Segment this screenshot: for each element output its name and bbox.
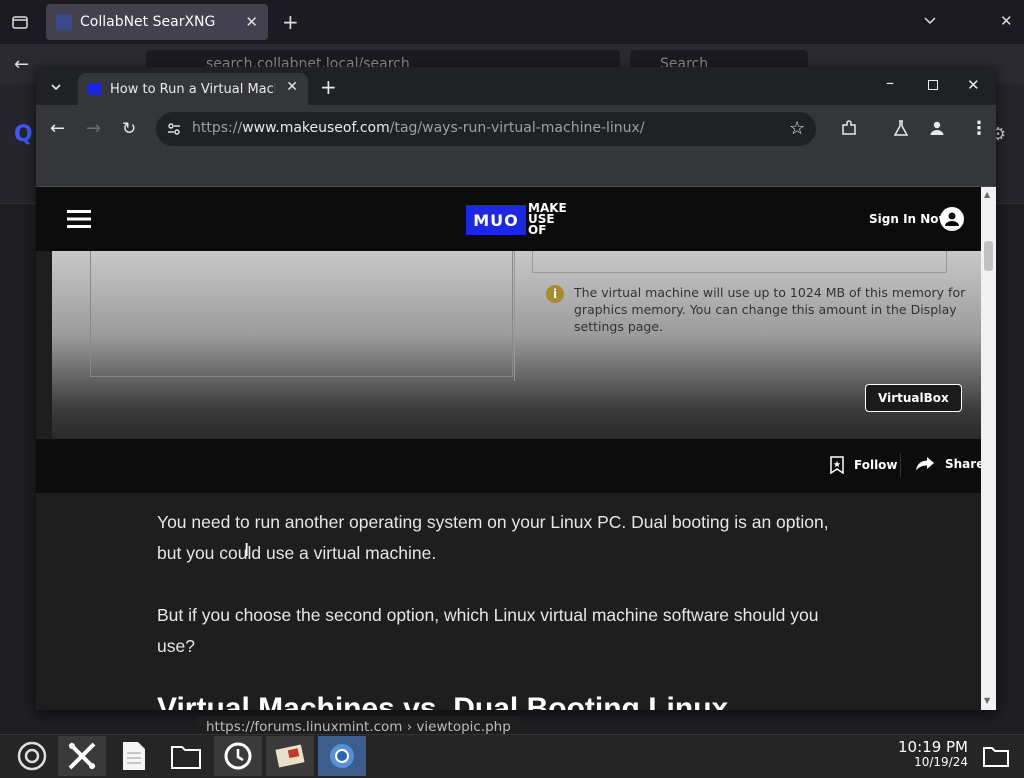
page-scrollbar[interactable]: ▲ ▼ <box>981 187 996 710</box>
tab-search-chevron-icon[interactable] <box>48 79 64 95</box>
article-paragraph-1: You need to run another operating system… <box>157 512 829 563</box>
chrome-tab[interactable]: How to Run a Virtual Machine ✕ <box>78 73 308 105</box>
labs-flask-icon[interactable] <box>892 119 910 137</box>
close-tab-icon[interactable]: ✕ <box>245 13 258 31</box>
article-hero-image: i The virtual machine will use up to 102… <box>52 251 981 439</box>
profile-icon[interactable] <box>928 119 946 137</box>
system-settings-icon[interactable] <box>58 736 106 776</box>
mint-menu-icon[interactable] <box>8 736 56 776</box>
scroll-up-arrow-icon[interactable]: ▲ <box>984 190 990 199</box>
clock-time: 10:19 PM <box>898 738 968 756</box>
logo-word-of: OF <box>528 223 547 237</box>
bookmark-star-icon <box>830 456 844 474</box>
hero-memory-note: The virtual machine will use up to 1024 … <box>574 285 966 334</box>
close-window-icon[interactable]: ✕ <box>967 76 980 94</box>
tab-list-icon[interactable] <box>10 12 30 32</box>
share-label: Share <box>945 457 981 471</box>
mail-app-icon[interactable] <box>266 736 314 776</box>
hamburger-menu-icon[interactable] <box>67 209 91 229</box>
site-info-icon[interactable] <box>166 121 182 137</box>
new-tab-icon[interactable]: + <box>320 75 337 99</box>
info-icon: i <box>546 285 564 303</box>
chrome-tab-title: How to Run a Virtual Machine <box>110 81 275 97</box>
file-manager-icon[interactable] <box>162 736 210 776</box>
url-prefix: https:// <box>192 120 243 136</box>
forward-icon[interactable]: → <box>86 118 101 139</box>
article-paragraph-2: But if you choose the second option, whi… <box>157 605 819 656</box>
clock-date: 10/19/24 <box>914 755 968 769</box>
site-logo[interactable]: MUO <box>466 205 526 235</box>
firefox-tab-title: CollabNet SearXNG <box>80 14 216 30</box>
bookmark-star-icon[interactable]: ☆ <box>789 118 805 139</box>
new-tab-icon[interactable]: + <box>282 10 299 34</box>
hero-dialog-left-panel <box>90 251 513 377</box>
close-window-icon[interactable]: ✕ <box>1000 12 1013 30</box>
scroll-down-arrow-icon[interactable]: ▼ <box>984 696 990 705</box>
minimize-icon[interactable]: – <box>886 73 894 92</box>
scrollbar-thumb[interactable] <box>984 241 993 271</box>
share-arrow-icon <box>915 456 935 472</box>
show-desktop-folder-icon[interactable] <box>972 736 1020 776</box>
url-path: /tag/ways-run-virtual-machine-linux/ <box>389 120 645 136</box>
close-tab-icon[interactable]: ✕ <box>286 79 298 95</box>
reload-icon[interactable]: ↻ <box>122 119 136 139</box>
menu-dots-icon[interactable]: ⋮ <box>970 118 988 139</box>
muo-favicon-icon <box>88 83 102 95</box>
searxng-logo-icon: Q <box>14 122 33 147</box>
share-button[interactable]: Share <box>915 456 981 472</box>
taskbar-clock[interactable]: 10:19 PM 10/19/24 <box>892 740 968 770</box>
url-host: www.makeuseof.com <box>242 120 390 136</box>
text-cursor-icon: I <box>244 540 250 561</box>
bookmarks-bar <box>36 153 996 187</box>
sign-in-link[interactable]: Sign In Now <box>869 212 950 226</box>
maximize-icon[interactable] <box>928 80 938 90</box>
page-content: MUO MAKE USE OF Sign In Now i The virtua… <box>36 187 981 710</box>
address-bar[interactable]: https://www.makeuseof.com/tag/ways-run-v… <box>156 112 816 146</box>
hero-dialog-field <box>532 251 947 273</box>
extensions-icon[interactable] <box>840 119 858 137</box>
back-icon[interactable]: ← <box>50 118 65 139</box>
account-avatar-icon[interactable] <box>940 207 964 231</box>
chevron-down-icon[interactable] <box>922 12 938 28</box>
searxng-favicon-icon <box>56 14 72 30</box>
chromium-taskbar-icon[interactable] <box>318 736 366 776</box>
actions-divider <box>900 453 901 477</box>
article-section-heading: Virtual Machines vs. Dual Booting Linux <box>157 692 729 710</box>
timeshift-icon[interactable] <box>214 736 262 776</box>
follow-button[interactable]: Follow <box>830 456 898 474</box>
virtualbox-tag-button[interactable]: VirtualBox <box>865 384 962 412</box>
back-icon[interactable]: ← <box>14 54 29 75</box>
follow-label: Follow <box>854 458 898 472</box>
text-editor-icon[interactable] <box>110 736 158 776</box>
site-logo-text: MAKE USE OF <box>528 202 588 237</box>
chrome-window: How to Run a Virtual Machine ✕ + – ✕ ← →… <box>36 67 996 710</box>
firefox-tab[interactable]: CollabNet SearXNG ✕ <box>46 4 268 40</box>
